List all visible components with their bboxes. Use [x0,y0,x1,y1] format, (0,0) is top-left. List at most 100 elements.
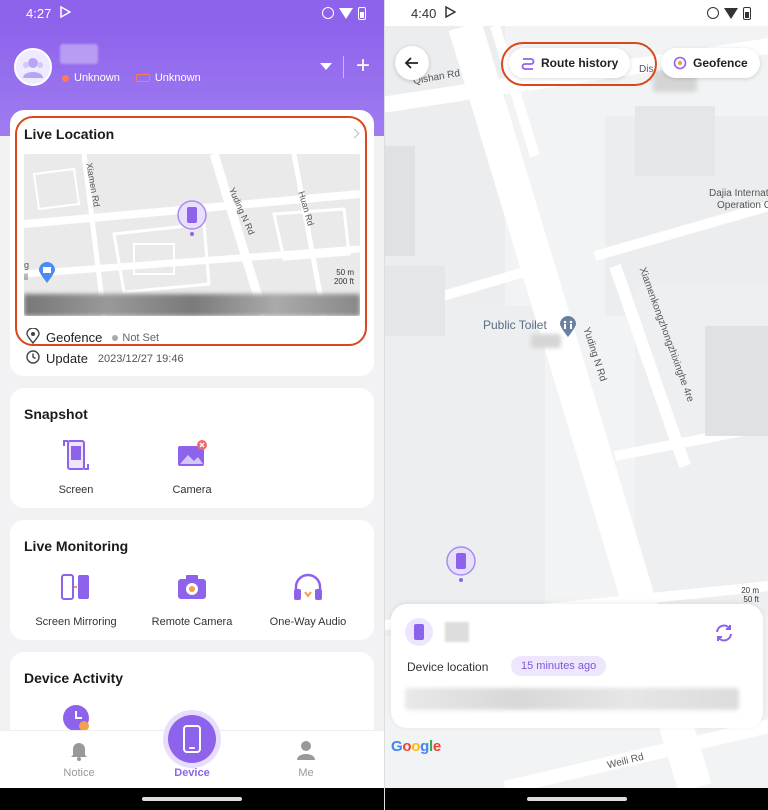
snapshot-camera-label: Camera [172,484,212,496]
map-scale: 20 m 50 ft [741,586,759,604]
map-poi-label: ll [24,272,28,282]
battery-status-icon [135,74,150,82]
address-redacted [24,294,360,316]
map-scale: 50 m 200 ft [334,268,354,286]
geofence-status-dot-icon [112,334,119,341]
live-location-title: Live Location [24,126,115,142]
screen-mirroring-button[interactable]: Screen Mirroring [26,570,126,628]
snapshot-card: Snapshot Screen Camera [10,388,374,508]
map-scale-top: 20 m [741,586,759,595]
map-road-label: Dis [639,64,654,75]
geofence-label: Geofence [693,56,748,70]
device-screen: 4:27 Unknown Unknown + Live Location Xia… [0,0,384,810]
geofence-pin-icon [26,327,40,347]
update-row: Update 2023/12/27 19:46 [26,350,184,367]
screen-mirroring-label: Screen Mirroring [35,616,117,628]
nav-notice[interactable]: Notice [44,739,114,779]
route-history-label: Route history [541,56,619,70]
camera-icon [175,570,209,604]
gesture-bar [385,788,768,810]
route-icon [521,58,535,70]
gesture-bar [0,788,384,810]
map-poi-label: g [24,260,30,270]
status-bar: 4:27 [0,0,384,26]
time-ago-badge: 15 minutes ago [511,656,607,676]
battery-icon [743,6,751,20]
geofence-button[interactable]: Geofence [661,48,760,78]
one-way-audio-button[interactable]: One-Way Audio [258,570,358,628]
person-icon [295,739,317,761]
back-button[interactable] [395,46,429,80]
live-location-card[interactable]: Live Location Xiamen Rd Yuding N Rd Huan… [10,110,374,376]
snapshot-camera-button[interactable]: Camera [142,438,242,496]
connection-dot-icon [62,74,69,82]
map-scale-top: 50 m [336,268,354,277]
device-name-redacted [60,44,98,64]
photo-capture-icon [175,438,209,472]
device-name-redacted [445,622,469,642]
avatar[interactable] [14,48,52,86]
geofence-row[interactable]: Geofence Not Set [26,327,160,347]
map-scale-bottom: 50 ft [743,595,759,604]
screen-mirroring-icon [59,570,93,604]
wifi-icon [339,7,353,19]
battery-icon [358,6,366,20]
geofence-label: Geofence [46,330,103,345]
map-poi-label: Public Toilet [483,318,547,332]
battery-status: Unknown [154,72,201,84]
live-monitoring-title: Live Monitoring [24,538,129,554]
dnd-icon [707,7,719,19]
bottom-navigation: Notice Device Me [0,715,384,788]
nav-device[interactable] [168,715,216,763]
phone-icon [183,725,201,753]
map-poi-label: Operation C [717,200,768,211]
status-time: 4:27 [26,5,52,21]
nav-notice-label: Notice [63,767,95,779]
device-status-row: Unknown Unknown [62,72,201,84]
update-label: Update [46,351,88,366]
map-poi-label: Dajia Internat [709,188,768,199]
clock-icon [26,350,40,367]
refresh-button[interactable] [713,622,735,644]
device-location-label: Device location [407,660,489,674]
geofence-value: Not Set [122,331,160,344]
nav-me-label: Me [298,767,314,779]
google-logo: Google [391,738,441,755]
map-scale-bottom: 200 ft [333,277,354,286]
device-location-sheet: Device location 15 minutes ago [391,604,763,728]
address-redacted [405,688,739,710]
screen-capture-icon [59,438,93,472]
device-switch-caret-icon[interactable] [320,63,332,70]
snapshot-title: Snapshot [24,406,88,422]
live-monitoring-card: Live Monitoring Screen Mirroring Remote … [10,520,374,640]
snapshot-screen-label: Screen [58,484,94,496]
play-icon [59,5,72,21]
remote-camera-label: Remote Camera [151,616,233,628]
arrow-left-icon [404,57,418,69]
device-activity-title: Device Activity [24,670,124,686]
phone-icon [405,618,433,646]
headphones-icon [291,570,325,604]
nav-device-label: Device [174,767,210,779]
remote-camera-button[interactable]: Remote Camera [142,570,242,628]
bell-icon [68,739,90,761]
play-icon [444,5,457,21]
map-screen: 4:40 Qishan Rd Dis Dajia Internat Operat… [384,0,768,810]
geofence-target-icon [673,56,687,70]
nav-me[interactable]: Me [271,739,341,779]
dnd-icon [322,7,334,19]
live-location-map[interactable]: Xiamen Rd Yuding N Rd Huan Rd g ll 50 m … [24,154,360,316]
user-group-icon [23,58,43,78]
update-time: 2023/12/27 19:46 [97,352,184,365]
map-label-redacted [531,334,561,348]
chevron-right-icon[interactable] [349,128,360,139]
status-bar: 4:40 [385,0,768,26]
route-history-button[interactable]: Route history [509,48,631,78]
connection-status: Unknown [74,72,120,84]
refresh-icon [716,624,732,642]
header-divider [343,56,344,78]
add-device-button[interactable]: + [356,52,370,80]
snapshot-screen-button[interactable]: Screen [26,438,126,496]
wifi-icon [724,7,738,19]
status-time: 4:40 [411,5,437,21]
